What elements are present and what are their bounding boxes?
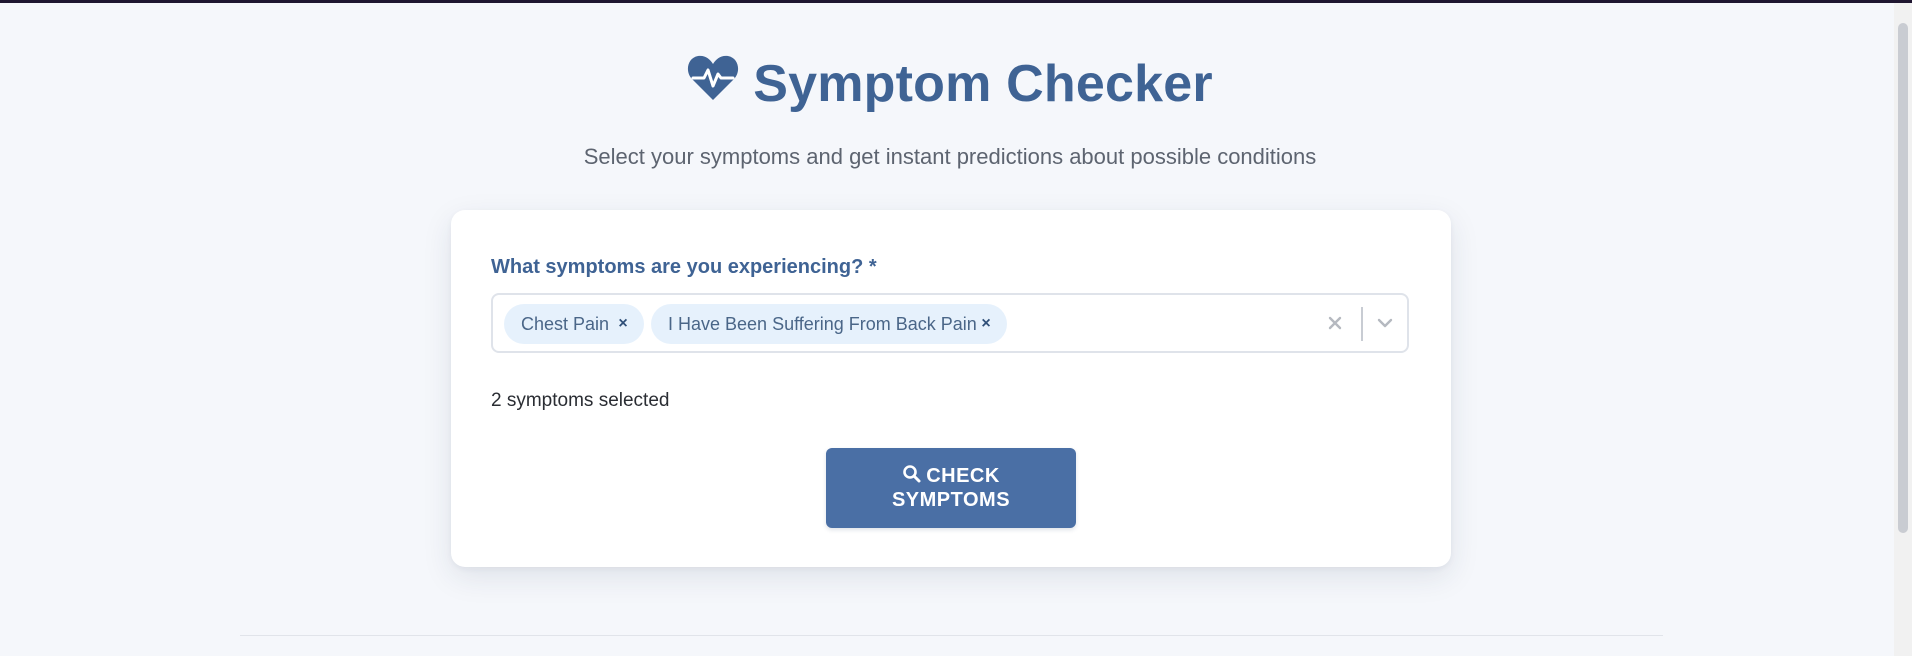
check-symptoms-button[interactable]: CHECK SYMPTOMS	[826, 448, 1076, 528]
close-icon[interactable]: ×	[614, 315, 632, 333]
symptom-form-card: What symptoms are you experiencing? * Ch…	[451, 210, 1451, 567]
search-icon	[902, 464, 922, 484]
browser-top-edge	[0, 0, 1912, 3]
selected-count: 2 symptoms selected	[491, 390, 670, 411]
symptom-chip: I Have Been Suffering From Back Pain ×	[651, 304, 1007, 344]
page-header: Symptom Checker Select your symptoms and…	[0, 48, 1900, 170]
symptom-chip-label: I Have Been Suffering From Back Pain	[668, 313, 977, 334]
title-row: Symptom Checker	[0, 48, 1900, 120]
symptoms-field-label: What symptoms are you experiencing? *	[491, 256, 877, 278]
symptoms-multiselect[interactable]: Chest Pain × I Have Been Suffering From …	[491, 293, 1409, 353]
indicator-separator	[1361, 307, 1363, 341]
page-title: Symptom Checker	[753, 55, 1213, 113]
close-icon[interactable]: ×	[977, 315, 995, 333]
symptom-chip: Chest Pain ×	[504, 304, 644, 344]
page-subtitle: Select your symptoms and get instant pre…	[583, 144, 1317, 169]
section-divider	[240, 635, 1663, 636]
clear-all-icon[interactable]	[1323, 311, 1347, 335]
heart-pulse-icon	[687, 54, 739, 102]
symptom-chip-label: Chest Pain	[521, 313, 610, 334]
chevron-down-icon[interactable]	[1373, 311, 1397, 335]
